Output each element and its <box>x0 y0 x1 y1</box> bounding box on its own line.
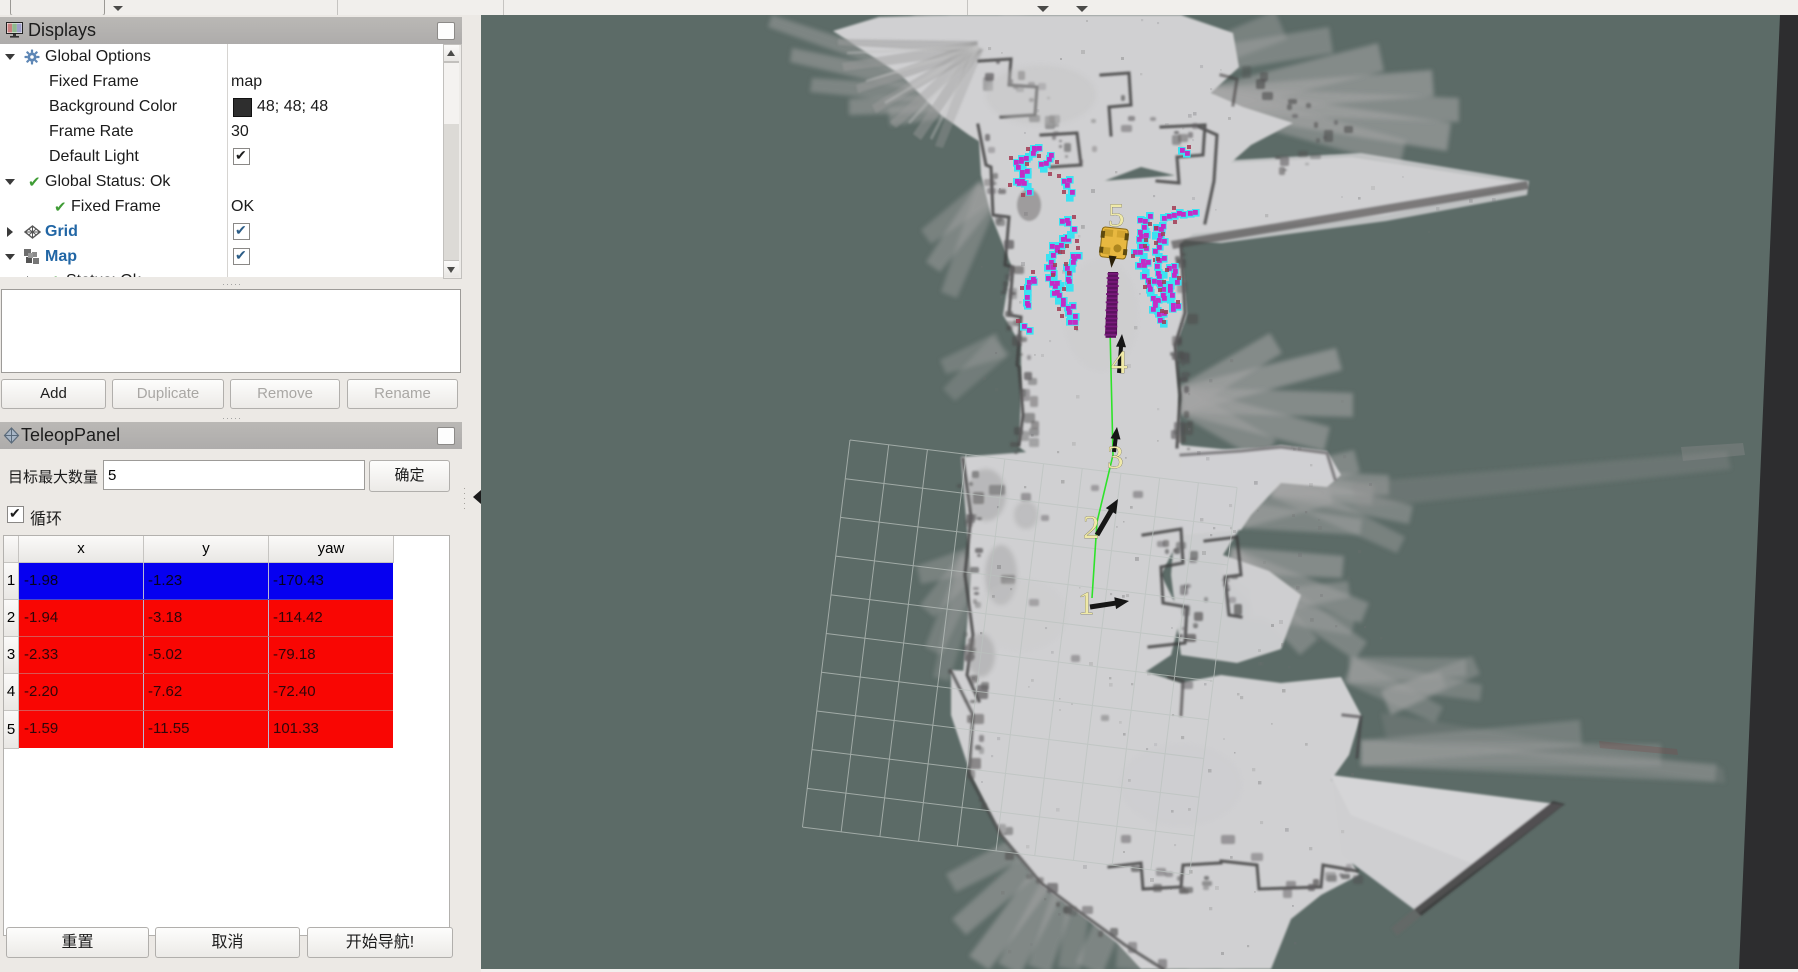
svg-text:1: 1 <box>1078 586 1095 622</box>
svg-text:2: 2 <box>1083 510 1100 546</box>
svg-text:3: 3 <box>1107 440 1124 476</box>
svg-text:5: 5 <box>1108 198 1125 234</box>
svg-text:4: 4 <box>1111 345 1128 381</box>
